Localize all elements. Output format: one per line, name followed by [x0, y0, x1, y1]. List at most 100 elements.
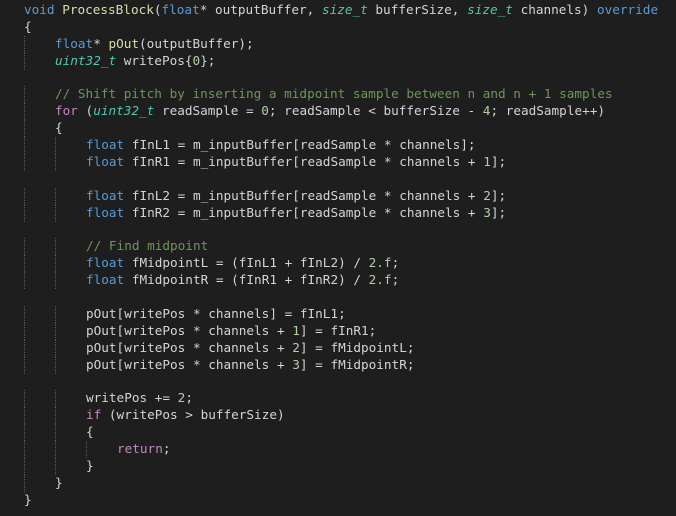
indent-guide — [24, 103, 55, 121]
type-token: size_t — [467, 2, 513, 17]
indent-guide — [24, 322, 55, 340]
code-line[interactable]: return; — [24, 441, 658, 459]
code-line[interactable]: uint32_t writePos{0}; — [24, 52, 658, 70]
code-token: ; — [162, 441, 171, 457]
code-token: writePos += — [86, 390, 178, 406]
code-line[interactable]: pOut[writePos * channels] = fInL1; — [24, 306, 658, 323]
indent-guide — [24, 441, 55, 459]
code-token: bufferSize, — [367, 2, 468, 17]
code-line[interactable] — [24, 222, 658, 239]
indent-guide — [24, 204, 55, 222]
code-line[interactable]: float fInR1 = m_inputBuffer[readSample *… — [24, 154, 658, 171]
code-line[interactable]: float fMidpointL = (fInL1 + fInL2) / 2.f… — [24, 255, 658, 273]
code-line[interactable]: // Find midpoint — [24, 238, 658, 256]
code-line[interactable]: pOut[writePos * channels + 3] = fMidpoin… — [24, 356, 658, 374]
code-line[interactable] — [24, 289, 658, 306]
code-token: } — [55, 474, 63, 490]
number-token: 2.f — [368, 255, 392, 271]
indent-guide — [24, 52, 55, 70]
indent-guide — [55, 424, 86, 442]
number-token: 1 — [483, 154, 491, 170]
keyword-token: void — [24, 2, 55, 17]
code-token: fInL1 = m_inputBuffer[readSample * chann… — [124, 137, 476, 153]
number-token: 3 — [483, 204, 491, 220]
number-token: 0 — [192, 52, 201, 68]
number-token: 1 — [292, 322, 300, 338]
code-editor[interactable]: void ProcessBlock(float* outputBuffer, s… — [0, 0, 676, 516]
indent-guide — [24, 137, 55, 155]
indent-guide — [24, 35, 55, 53]
indent-guide — [55, 137, 86, 155]
code-token: ( — [153, 2, 162, 17]
keyword-token: float — [86, 204, 125, 220]
code-line[interactable]: pOut[writePos * channels + 1] = fInR1; — [24, 322, 658, 340]
keyword-token: float — [86, 187, 125, 203]
code-token: pOut[writePos * channels + — [86, 322, 293, 338]
indent-guide — [24, 356, 55, 374]
code-line[interactable]: float fInL1 = m_inputBuffer[readSample *… — [24, 137, 658, 155]
code-line[interactable]: { — [24, 120, 658, 138]
code-line[interactable]: for (uint32_t readSample = 0; readSample… — [24, 103, 658, 121]
indent-guide — [24, 458, 55, 475]
code-line[interactable]: if (writePos > bufferSize) — [24, 407, 658, 425]
keyword-token: float — [86, 272, 125, 288]
code-line[interactable]: pOut[writePos * channels + 2] = fMidpoin… — [24, 339, 658, 357]
code-token: ]; — [490, 187, 507, 203]
code-token: writePos{ — [116, 52, 193, 68]
code-token: ]; — [490, 154, 507, 170]
indent-guide — [24, 474, 55, 492]
code-token: channels) — [512, 2, 597, 17]
indent-guide — [24, 238, 55, 256]
keyword-token: float — [86, 154, 125, 170]
code-token: pOut[writePos * channels + — [86, 339, 293, 355]
indent-guide — [24, 424, 55, 442]
code-line[interactable]: } — [24, 474, 658, 492]
code-token: * — [93, 35, 109, 51]
keyword-token: float — [161, 2, 200, 17]
number-token: 2.f — [368, 272, 392, 288]
comment-token: // Shift pitch by inserting a midpoint s… — [55, 86, 613, 102]
comment-token: // Find midpoint — [86, 238, 209, 254]
code-token: fMidpointL = (fInL1 + fInL2) / — [124, 255, 369, 271]
code-token: pOut[writePos * channels] = fInL1; — [86, 306, 346, 322]
indent-guide — [55, 390, 86, 408]
code-line[interactable]: // Shift pitch by inserting a midpoint s… — [24, 86, 658, 104]
code-token: (outputBuffer); — [139, 35, 254, 51]
code-line[interactable]: float* pOut(outputBuffer); — [24, 35, 658, 53]
code-line[interactable]: writePos += 2; — [24, 390, 658, 408]
code-line[interactable]: } — [24, 492, 658, 509]
code-line[interactable]: float fInL2 = m_inputBuffer[readSample *… — [24, 187, 658, 205]
code-line[interactable]: void ProcessBlock(float* outputBuffer, s… — [24, 2, 658, 19]
keyword-token: float — [55, 35, 94, 51]
number-token: 2 — [483, 187, 491, 203]
code-line[interactable]: float fMidpointR = (fInR1 + fInR2) / 2.f… — [24, 272, 658, 290]
code-line[interactable] — [24, 171, 658, 188]
code-line[interactable]: float fInR2 = m_inputBuffer[readSample *… — [24, 204, 658, 222]
code-token: { — [24, 18, 32, 34]
code-token: fInR1 = m_inputBuffer[readSample * chann… — [124, 154, 484, 170]
indent-guide — [24, 154, 55, 171]
keyword-token: float — [86, 137, 125, 153]
code-token: ]; — [490, 204, 507, 220]
indent-guide — [24, 120, 55, 138]
code-line[interactable] — [24, 374, 658, 391]
code-token: ; — [391, 255, 400, 271]
indent-guide — [24, 339, 55, 357]
code-line[interactable]: { — [24, 424, 658, 442]
code-line[interactable]: } — [24, 458, 658, 475]
code-line[interactable] — [24, 70, 658, 87]
code-token: fInR2 = m_inputBuffer[readSample * chann… — [124, 204, 484, 220]
code-token: ] = fInR1; — [299, 322, 377, 338]
indent-guide — [55, 204, 86, 222]
code-area[interactable]: void ProcessBlock(float* outputBuffer, s… — [24, 2, 658, 509]
indent-guide — [55, 339, 86, 357]
code-line[interactable]: { — [24, 19, 658, 36]
indent-guide — [24, 187, 55, 205]
code-token: { — [55, 120, 63, 136]
indent-guide — [24, 272, 55, 290]
indent-guide — [24, 255, 55, 273]
control-keyword-token: if — [86, 407, 102, 423]
indent-guide — [24, 306, 55, 323]
indent-guide — [55, 441, 86, 459]
indent-guide — [24, 407, 55, 425]
